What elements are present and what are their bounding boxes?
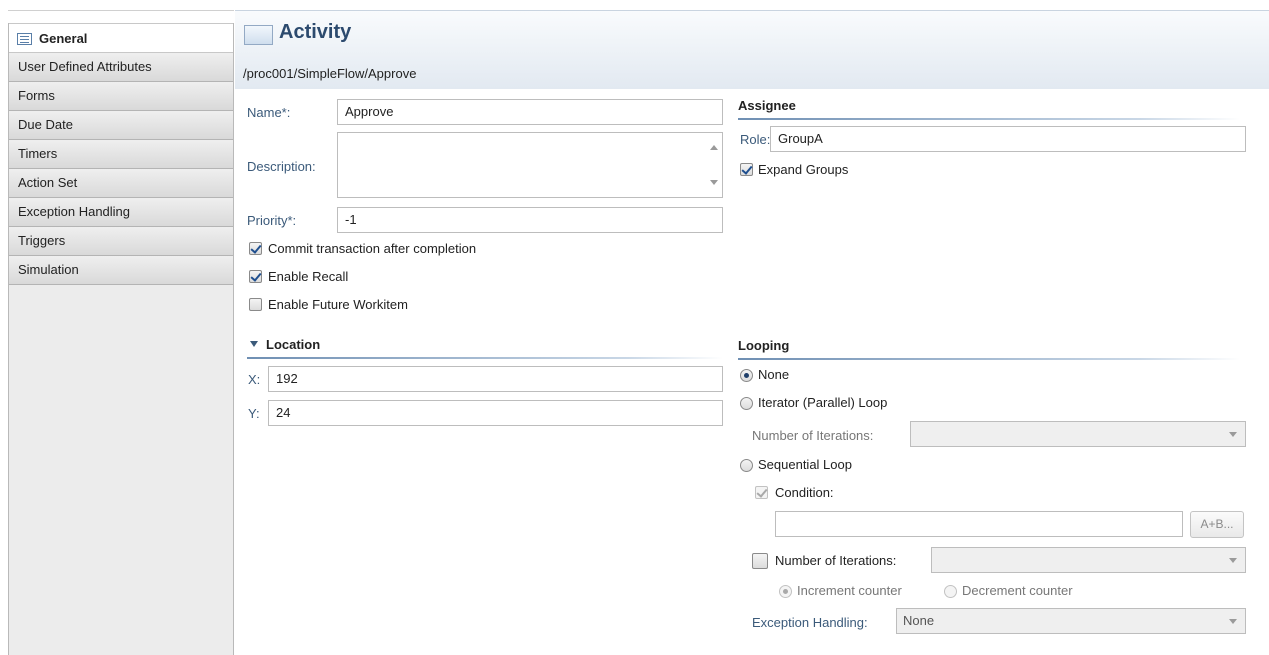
priority-input[interactable]: -1: [337, 207, 723, 233]
tab-label: Exception Handling: [18, 204, 131, 219]
x-label: X:: [248, 372, 261, 387]
tab-general-label: General: [39, 31, 88, 46]
iterations-combo[interactable]: [910, 421, 1246, 447]
commit-label: Commit transaction after completion: [268, 241, 477, 256]
tab-simulation[interactable]: Simulation: [9, 256, 233, 285]
sequential-loop-radio[interactable]: [740, 459, 753, 472]
description-textarea[interactable]: [337, 132, 723, 198]
none-radio[interactable]: [740, 369, 753, 382]
recall-label: Enable Recall: [268, 269, 349, 284]
decrement-counter-label: Decrement counter: [962, 583, 1073, 598]
expression-editor-button[interactable]: A+B...: [1190, 511, 1244, 538]
tab-general[interactable]: General: [9, 23, 233, 53]
breadcrumb: /proc001/SimpleFlow/Approve: [243, 66, 417, 81]
tab-label: Action Set: [18, 175, 78, 190]
condition-input[interactable]: [775, 511, 1183, 537]
iterations-label: Number of Iterations:: [752, 428, 874, 443]
chevron-down-icon: [1229, 619, 1237, 624]
name-label: Name*:: [247, 105, 291, 120]
condition-checkbox[interactable]: [755, 486, 768, 499]
expand-groups-label: Expand Groups: [758, 162, 849, 177]
x-input[interactable]: 192: [268, 366, 723, 392]
description-scrollbar[interactable]: [706, 133, 722, 197]
scroll-down-icon[interactable]: [710, 180, 718, 185]
iterator-loop-label: Iterator (Parallel) Loop: [758, 395, 888, 410]
tab-user-defined-attributes[interactable]: User Defined Attributes: [9, 53, 233, 82]
future-workitem-checkbox[interactable]: [249, 298, 262, 311]
iterator-loop-radio[interactable]: [740, 397, 753, 410]
role-label: Role:: [740, 132, 771, 147]
expand-groups-checkbox[interactable]: [740, 163, 753, 176]
sidebar: General User Defined Attributes Forms Du…: [8, 23, 234, 655]
increment-counter-radio[interactable]: [779, 585, 792, 598]
priority-label: Priority*:: [247, 213, 297, 228]
tab-due-date[interactable]: Due Date: [9, 111, 233, 140]
y-label: Y:: [248, 406, 260, 421]
seq-iterations-label: Number of Iterations:: [775, 553, 897, 568]
exception-handling-value: None: [903, 613, 935, 628]
tab-label: Simulation: [18, 262, 79, 277]
tab-label: User Defined Attributes: [18, 59, 152, 74]
name-input[interactable]: Approve: [337, 99, 723, 125]
tab-label: Due Date: [18, 117, 73, 132]
assignee-title: Assignee: [738, 98, 796, 113]
header: Activity /proc001/SimpleFlow/Approve: [235, 10, 1269, 89]
commit-checkbox[interactable]: [249, 242, 262, 255]
location-title: Location: [266, 337, 321, 352]
tab-action-set[interactable]: Action Set: [9, 169, 233, 198]
none-label: None: [758, 367, 790, 382]
collapse-location-icon[interactable]: [250, 341, 258, 347]
role-input[interactable]: GroupA: [770, 126, 1246, 152]
tab-timers[interactable]: Timers: [9, 140, 233, 169]
tab-forms[interactable]: Forms: [9, 82, 233, 111]
assignee-divider: [738, 118, 1240, 120]
description-label: Description:: [247, 159, 316, 174]
recall-checkbox[interactable]: [249, 270, 262, 283]
seq-iterations-combo[interactable]: [931, 547, 1246, 573]
looping-divider: [738, 358, 1240, 360]
looping-title: Looping: [738, 338, 790, 353]
chevron-down-icon: [1229, 432, 1237, 437]
tab-exception-handling[interactable]: Exception Handling: [9, 198, 233, 227]
tab-label: Timers: [18, 146, 58, 161]
tab-label: Forms: [18, 88, 55, 103]
scroll-up-icon[interactable]: [710, 145, 718, 150]
future-workitem-label: Enable Future Workitem: [268, 297, 408, 312]
exception-handling-label: Exception Handling:: [752, 615, 868, 630]
condition-label: Condition:: [775, 485, 834, 500]
page-title: Activity: [279, 21, 352, 43]
sequential-loop-label: Sequential Loop: [758, 457, 852, 472]
exception-handling-combo[interactable]: None: [896, 608, 1246, 634]
tab-label: Triggers: [18, 233, 66, 248]
list-icon: [17, 33, 32, 45]
y-input[interactable]: 24: [268, 400, 723, 426]
chevron-down-icon: [1229, 558, 1237, 563]
activity-icon: [244, 25, 273, 45]
decrement-counter-radio[interactable]: [944, 585, 957, 598]
seq-iterations-checkbox[interactable]: [752, 553, 768, 569]
tab-triggers[interactable]: Triggers: [9, 227, 233, 256]
sidebar-top-divider: [8, 10, 234, 11]
location-divider: [247, 357, 723, 359]
increment-counter-label: Increment counter: [797, 583, 902, 598]
